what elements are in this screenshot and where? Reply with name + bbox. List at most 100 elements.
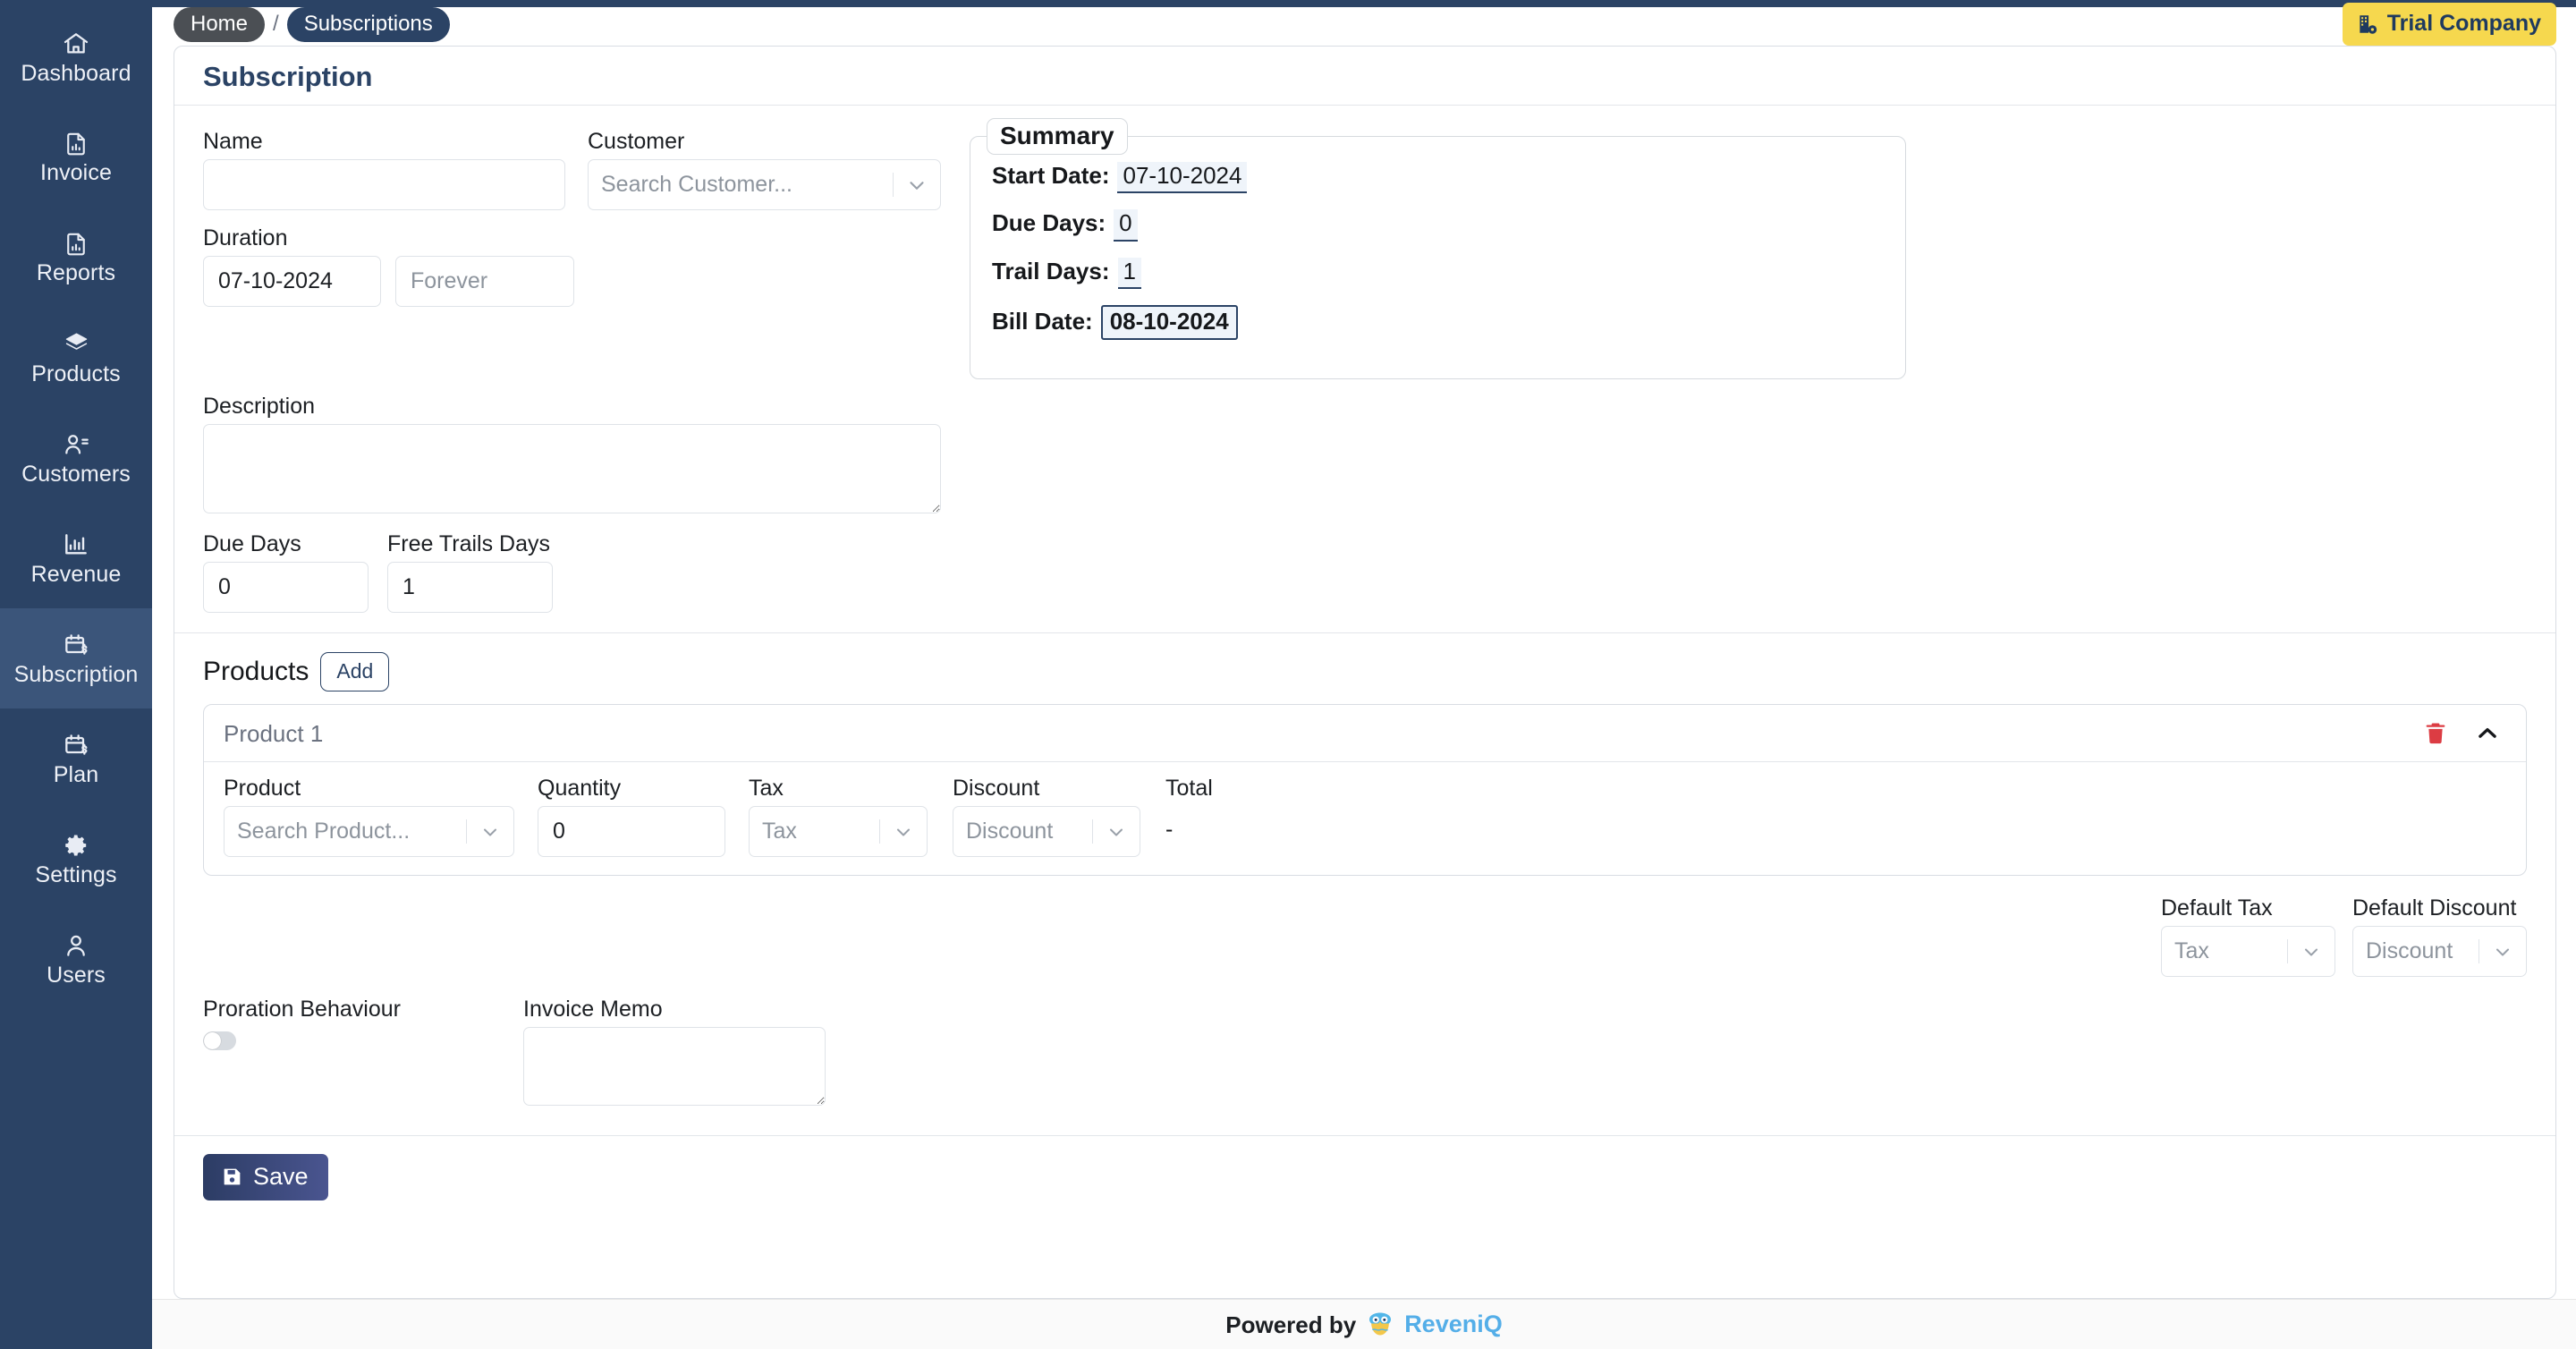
duration-end-input[interactable] [395, 256, 574, 307]
sidebar-item-label: Dashboard [21, 63, 131, 85]
bar-chart-icon [62, 530, 90, 559]
invoice-memo-field-group: Invoice Memo [523, 998, 826, 1110]
building-gear-icon [2356, 13, 2379, 36]
document-chart-icon [63, 231, 89, 258]
summary-row-trail-days: Trail Days: 1 [992, 258, 1884, 289]
product-card-actions [2422, 720, 2501, 747]
page-footer: Powered by ReveniQ [152, 1299, 2576, 1349]
quantity-input[interactable] [538, 806, 725, 857]
proration-label: Proration Behaviour [203, 998, 523, 1021]
due-days-input[interactable] [203, 562, 369, 613]
save-button[interactable]: Save [203, 1154, 328, 1201]
app-root: Dashboard Invoice Reports [0, 0, 2576, 1349]
form-mid-column: Customer Search Customer... [588, 131, 941, 379]
owl-logo-icon [1366, 1311, 1394, 1339]
summary-key: Start Date: [992, 164, 1109, 187]
description-textarea[interactable] [203, 424, 941, 513]
sidebar-item-label: Products [31, 363, 120, 386]
page-title: Subscription [203, 63, 2555, 90]
calendar-dollar-icon [62, 731, 90, 759]
summary-key: Bill Date: [992, 310, 1093, 333]
summary-panel: Summary Start Date: 07-10-2024 Due Days:… [970, 136, 1906, 379]
duration-start-input[interactable] [203, 256, 381, 307]
users-icon [62, 430, 90, 459]
content-wrapper: Subscription Name Duration [152, 41, 2576, 1299]
invoice-memo-textarea[interactable] [523, 1027, 826, 1106]
summary-value-due-days: 0 [1114, 209, 1137, 241]
calendar-dollar-icon [62, 631, 90, 659]
quantity-field-group: Quantity [538, 777, 725, 857]
default-discount-select[interactable]: Discount [2352, 926, 2527, 977]
gear-icon [62, 831, 90, 860]
invoice-memo-label: Invoice Memo [523, 998, 826, 1021]
customer-select[interactable]: Search Customer... [588, 159, 941, 210]
company-badge[interactable]: Trial Company [2343, 3, 2556, 46]
free-trails-days-input[interactable] [387, 562, 553, 613]
add-product-button[interactable]: Add [320, 652, 389, 691]
product-card-title: Product 1 [224, 722, 323, 745]
chevron-up-icon[interactable] [2474, 720, 2501, 747]
product-select[interactable]: Search Product... [224, 806, 514, 857]
save-button-label: Save [253, 1165, 309, 1189]
user-icon [62, 931, 90, 960]
breadcrumb-subscriptions[interactable]: Subscriptions [287, 7, 450, 42]
discount-label: Discount [953, 777, 1140, 800]
product-select-value: Search Product... [225, 819, 466, 844]
free-trails-days-field-group: Free Trails Days [387, 533, 553, 613]
form-right-column: Summary Start Date: 07-10-2024 Due Days:… [968, 131, 2527, 379]
sidebar-item-subscription[interactable]: Subscription [0, 608, 152, 708]
duration-label: Duration [203, 227, 565, 250]
customer-label: Customer [588, 131, 941, 153]
default-tax-select-value: Tax [2162, 938, 2287, 964]
default-tax-label: Default Tax [2161, 897, 2335, 920]
tax-field-group: Tax Tax [749, 777, 928, 857]
top-accent-bar [152, 0, 2576, 7]
sidebar-item-reports[interactable]: Reports [0, 208, 152, 308]
form-left-column: Name Duration [203, 131, 565, 379]
sidebar-item-settings[interactable]: Settings [0, 809, 152, 909]
product-card: Product 1 [203, 704, 2527, 876]
card-footer: Save [174, 1135, 2555, 1220]
chevron-down-icon [880, 821, 927, 843]
tax-select[interactable]: Tax [749, 806, 928, 857]
default-tax-select[interactable]: Tax [2161, 926, 2335, 977]
sidebar-item-label: Customers [21, 463, 131, 486]
tag-icon [62, 330, 90, 359]
toggle-knob [204, 1032, 221, 1049]
total-label: Total [1165, 777, 2506, 800]
default-discount-select-value: Discount [2353, 938, 2479, 964]
company-name: Trial Company [2387, 11, 2541, 37]
trash-icon[interactable] [2422, 720, 2449, 747]
breadcrumb: Home / Subscriptions [174, 7, 450, 42]
summary-value-start-date: 07-10-2024 [1117, 162, 1247, 193]
sidebar-item-dashboard[interactable]: Dashboard [0, 7, 152, 107]
discount-select[interactable]: Discount [953, 806, 1140, 857]
product-card-body: Product Search Product... [204, 762, 2526, 875]
floppy-disk-icon [221, 1166, 243, 1188]
description-field-group: Description [203, 395, 2527, 518]
summary-key: Due Days: [992, 211, 1106, 234]
sidebar-item-plan[interactable]: Plan [0, 708, 152, 809]
sidebar-item-customers[interactable]: Customers [0, 408, 152, 508]
quantity-label: Quantity [538, 777, 725, 800]
chevron-down-icon [467, 821, 513, 843]
breadcrumb-home[interactable]: Home [174, 7, 265, 42]
brand-name[interactable]: ReveniQ [1404, 1312, 1503, 1336]
card-header: Subscription [174, 47, 2555, 106]
tax-label: Tax [749, 777, 928, 800]
sidebar-item-label: Plan [54, 764, 98, 786]
sidebar-item-label: Reports [37, 262, 115, 284]
form-top-row: Name Duration [203, 106, 2527, 379]
summary-value-trail-days: 1 [1118, 258, 1141, 289]
name-input[interactable] [203, 159, 565, 210]
discount-field-group: Discount Discount [953, 777, 1140, 857]
sidebar-item-invoice[interactable]: Invoice [0, 107, 152, 208]
sidebar-item-revenue[interactable]: Revenue [0, 508, 152, 608]
sidebar-item-users[interactable]: Users [0, 909, 152, 1009]
total-value: - [1165, 806, 2506, 841]
sidebar-item-products[interactable]: Products [0, 308, 152, 408]
products-title: Products [203, 658, 309, 685]
proration-toggle[interactable] [203, 1031, 236, 1050]
tax-select-value: Tax [750, 819, 879, 844]
chevron-down-icon [1093, 821, 1140, 843]
